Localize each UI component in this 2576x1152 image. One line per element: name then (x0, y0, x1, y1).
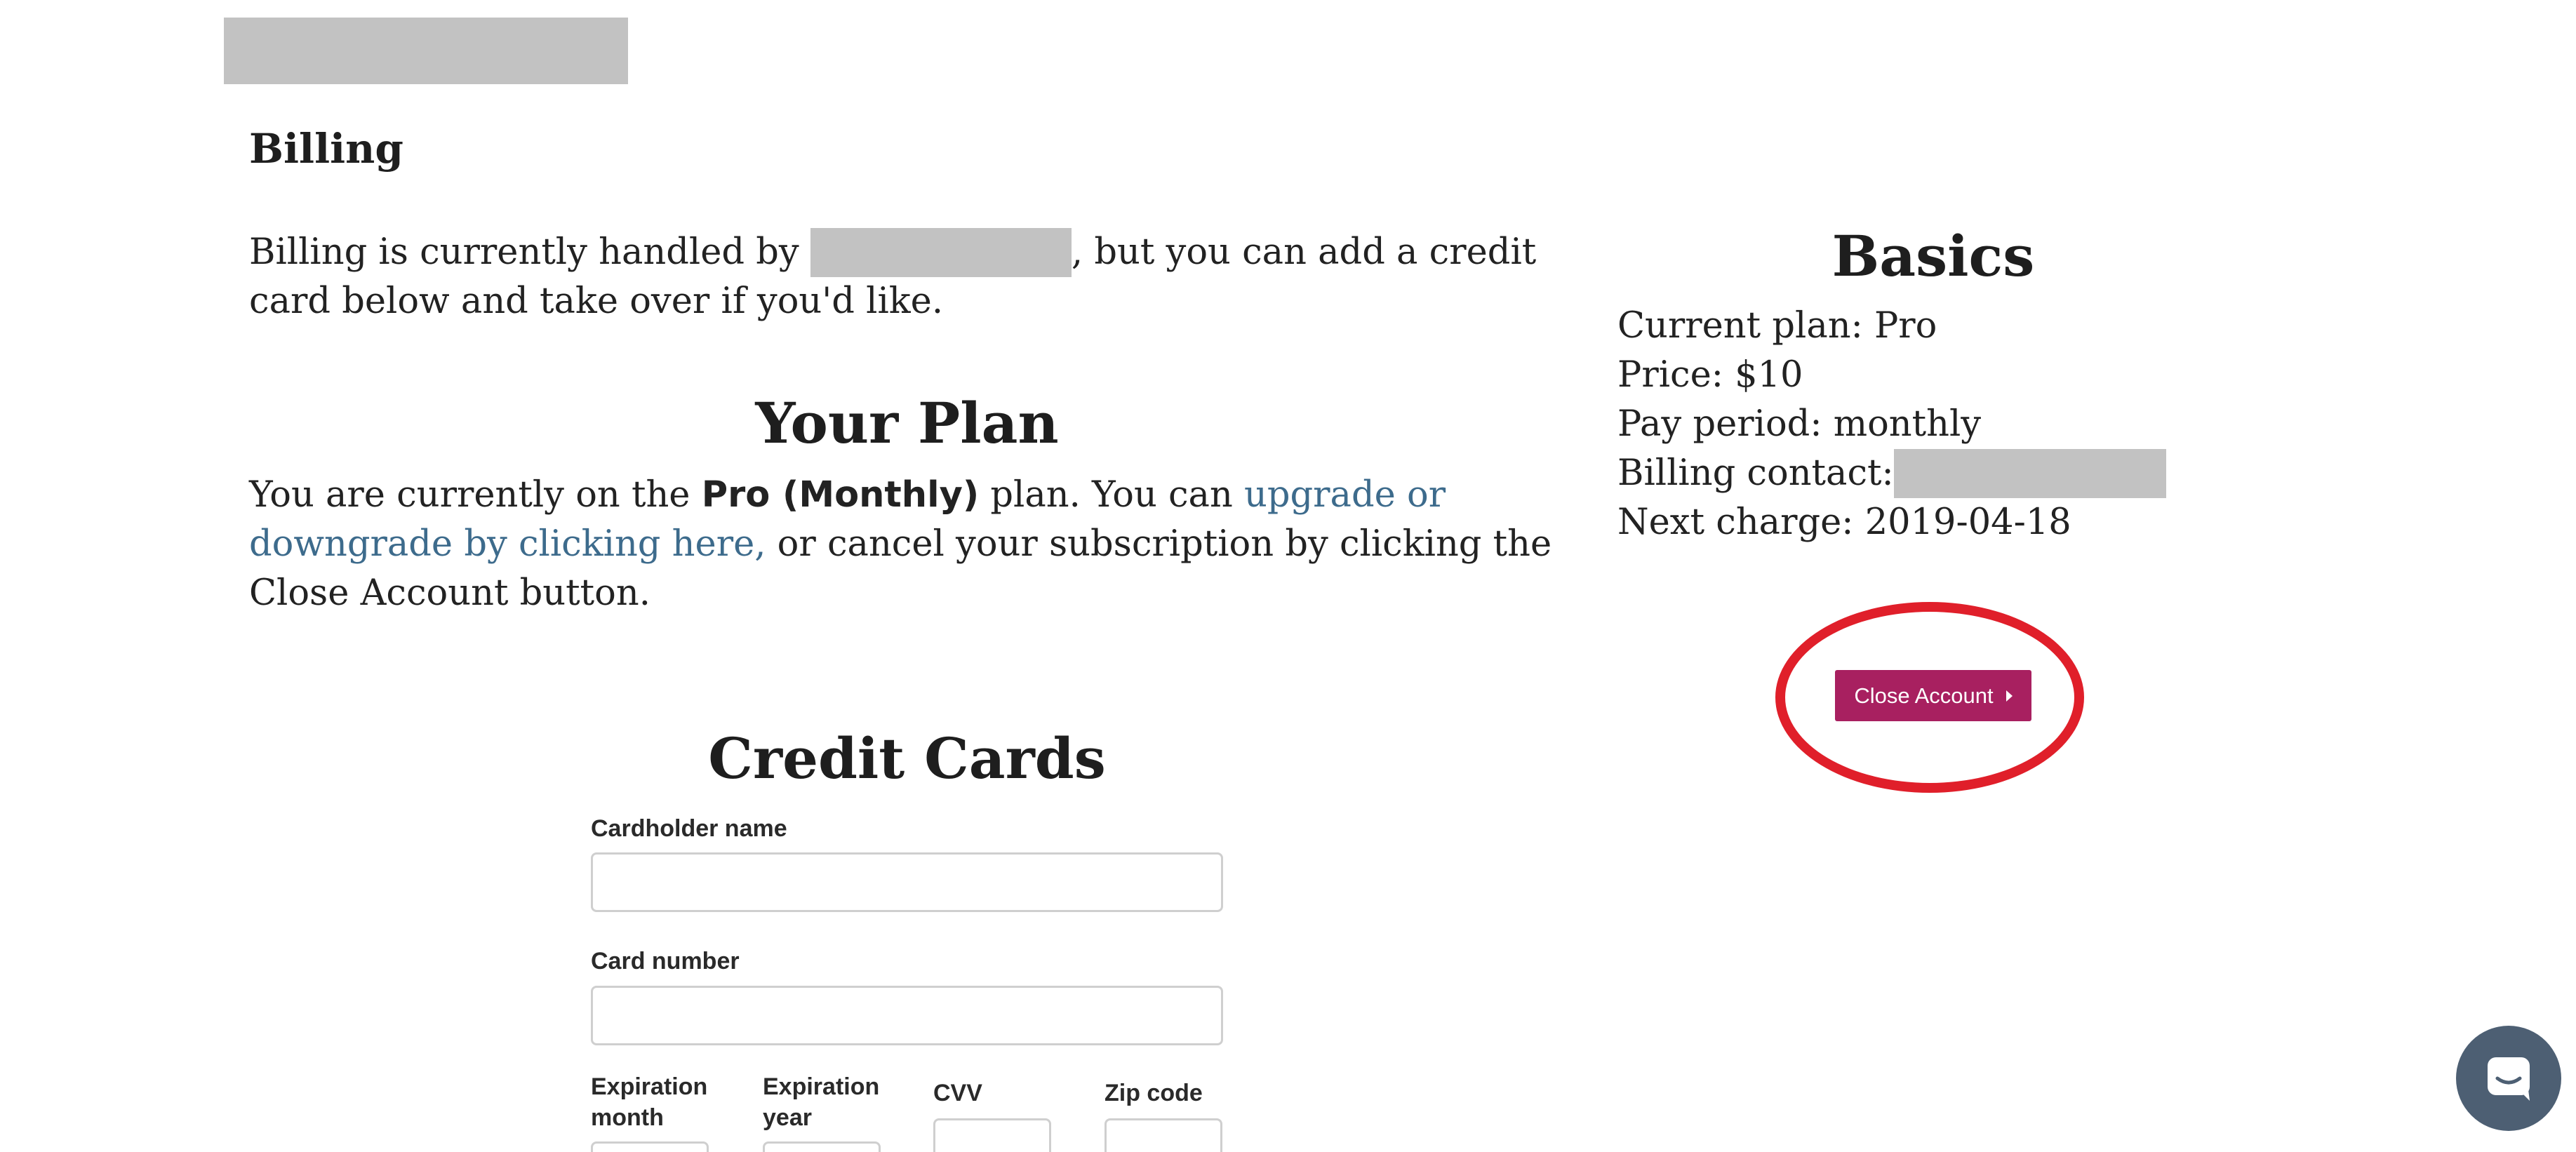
chat-launcher-button[interactable] (2456, 1026, 2561, 1131)
zip-code-label: Zip code (1105, 1080, 1203, 1106)
billing-contact-label: Billing contact: (1617, 453, 1894, 494)
expiration-year-label: Expiration year (763, 1073, 880, 1131)
billing-handler-redacted (810, 228, 1072, 277)
basics-list: Current plan: Pro Price: $10 Pay period:… (1617, 302, 2166, 547)
zip-code-input[interactable] (1105, 1118, 1222, 1152)
expiration-month-label: Expiration month (591, 1073, 708, 1131)
cardholder-name-label: Cardholder name (591, 815, 787, 842)
your-plan-heading: Your Plan (755, 390, 1059, 456)
price: Price: $10 (1617, 354, 1803, 396)
billing-contact-redacted (1893, 449, 2166, 498)
cvv-input[interactable] (933, 1118, 1051, 1152)
close-account-label: Close Account (1854, 683, 1994, 708)
credit-cards-heading: Credit Cards (708, 725, 1106, 791)
card-number-input[interactable] (591, 986, 1223, 1045)
basics-heading: Basics (1831, 223, 2035, 289)
expiration-month-select[interactable] (591, 1141, 709, 1152)
close-account-button[interactable]: Close Account (1835, 670, 2031, 721)
next-charge: Next charge: 2019-04-18 (1617, 502, 2071, 543)
pay-period: Pay period: monthly (1617, 403, 1982, 445)
intro-text-before: Billing is currently handled by (249, 232, 810, 273)
cardholder-name-input[interactable] (591, 852, 1223, 912)
caret-right-icon (2006, 690, 2013, 702)
page-title: Billing (249, 125, 403, 173)
current-plan: Current plan: Pro (1617, 305, 1937, 347)
logo-redacted (224, 18, 628, 84)
card-number-label: Card number (591, 948, 740, 974)
plan-description: You are currently on the Pro (Monthly) p… (249, 471, 1572, 618)
billing-intro-text: Billing is currently handled by , but yo… (249, 228, 1568, 326)
billing-contact: Billing contact: (1617, 449, 2166, 498)
expiration-year-select[interactable] (763, 1141, 881, 1152)
chat-bubble-icon (2488, 1057, 2530, 1101)
cvv-label: CVV (933, 1080, 982, 1106)
plan-name: Pro (Monthly) (701, 474, 980, 516)
plan-text-2: plan. You can (979, 474, 1245, 516)
plan-text-1: You are currently on the (249, 474, 702, 516)
